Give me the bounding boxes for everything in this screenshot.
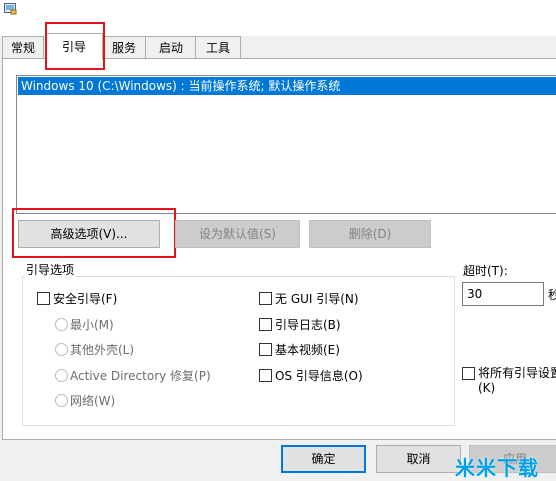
list-item-label: Windows 10 (C:\Windows) : 当前操作系统; 默认操作系统 — [21, 79, 341, 93]
alternate-shell-radio[interactable] — [55, 343, 68, 356]
tab-tools[interactable]: 工具 — [195, 36, 241, 59]
alternate-shell-label: 其他外壳(L) — [70, 343, 135, 357]
set-default-label: 设为默认值(S) — [199, 227, 276, 241]
advanced-options-label: 高级选项(V)... — [50, 227, 128, 241]
safe-boot-checkbox[interactable] — [37, 292, 50, 305]
timeout-value: 30 — [467, 287, 483, 301]
cancel-button[interactable]: 取消 — [376, 445, 461, 473]
base-video-label: 基本视频(E) — [275, 343, 340, 357]
ok-label: 确定 — [311, 452, 336, 466]
tab-services-label: 服务 — [111, 41, 136, 55]
advanced-options-button[interactable]: 高级选项(V)... — [18, 220, 160, 248]
timeout-input[interactable]: 30 — [462, 282, 544, 306]
base-video-checkbox[interactable] — [259, 343, 272, 356]
tab-startup[interactable]: 启动 — [145, 36, 197, 59]
no-gui-boot-label: 无 GUI 引导(N) — [275, 292, 359, 306]
tab-boot[interactable]: 引导 — [45, 33, 103, 60]
os-boot-info-label: OS 引导信息(O) — [275, 369, 363, 383]
os-boot-info-checkbox[interactable] — [259, 369, 272, 382]
delete-label: 删除(D) — [348, 227, 392, 241]
tab-tools-label: 工具 — [205, 41, 230, 55]
tab-services[interactable]: 服务 — [101, 36, 147, 59]
set-default-button[interactable]: 设为默认值(S) — [175, 220, 300, 248]
msconfig-app-icon — [4, 3, 17, 15]
boot-options-group-label: 引导选项 — [24, 261, 77, 278]
tab-general[interactable]: 常规 — [2, 36, 44, 59]
tab-startup-label: 启动 — [158, 41, 183, 55]
ok-button[interactable]: 确定 — [281, 445, 366, 473]
minimal-label: 最小(M) — [70, 318, 114, 332]
boot-log-label: 引导日志(B) — [275, 318, 341, 332]
window-header — [0, 0, 556, 36]
list-item-windows10[interactable]: Windows 10 (C:\Windows) : 当前操作系统; 默认操作系统 — [18, 77, 556, 95]
active-directory-label: Active Directory 修复(P) — [70, 369, 211, 383]
boot-log-checkbox[interactable] — [259, 318, 272, 331]
tab-general-label: 常规 — [10, 41, 35, 55]
make-permanent-checkbox[interactable] — [462, 367, 475, 380]
network-label: 网络(W) — [70, 394, 116, 408]
network-radio[interactable] — [55, 394, 68, 407]
timeout-unit: 秒 — [548, 288, 556, 302]
boot-entries-list[interactable]: Windows 10 (C:\Windows) : 当前操作系统; 默认操作系统 — [16, 75, 556, 214]
cancel-label: 取消 — [406, 452, 431, 466]
active-directory-radio[interactable] — [55, 369, 68, 382]
no-gui-boot-checkbox[interactable] — [259, 292, 272, 305]
make-permanent-label: 将所有引导设置 — [478, 366, 556, 380]
delete-button[interactable]: 删除(D) — [309, 220, 431, 248]
safe-boot-label: 安全引导(F) — [53, 292, 118, 306]
minimal-radio[interactable] — [55, 318, 68, 331]
make-permanent-label-line2: (K) — [478, 381, 496, 395]
site-watermark: 米米下载 — [455, 456, 539, 480]
timeout-label: 超时(T): — [463, 264, 508, 278]
tab-boot-label: 引导 — [61, 40, 86, 54]
